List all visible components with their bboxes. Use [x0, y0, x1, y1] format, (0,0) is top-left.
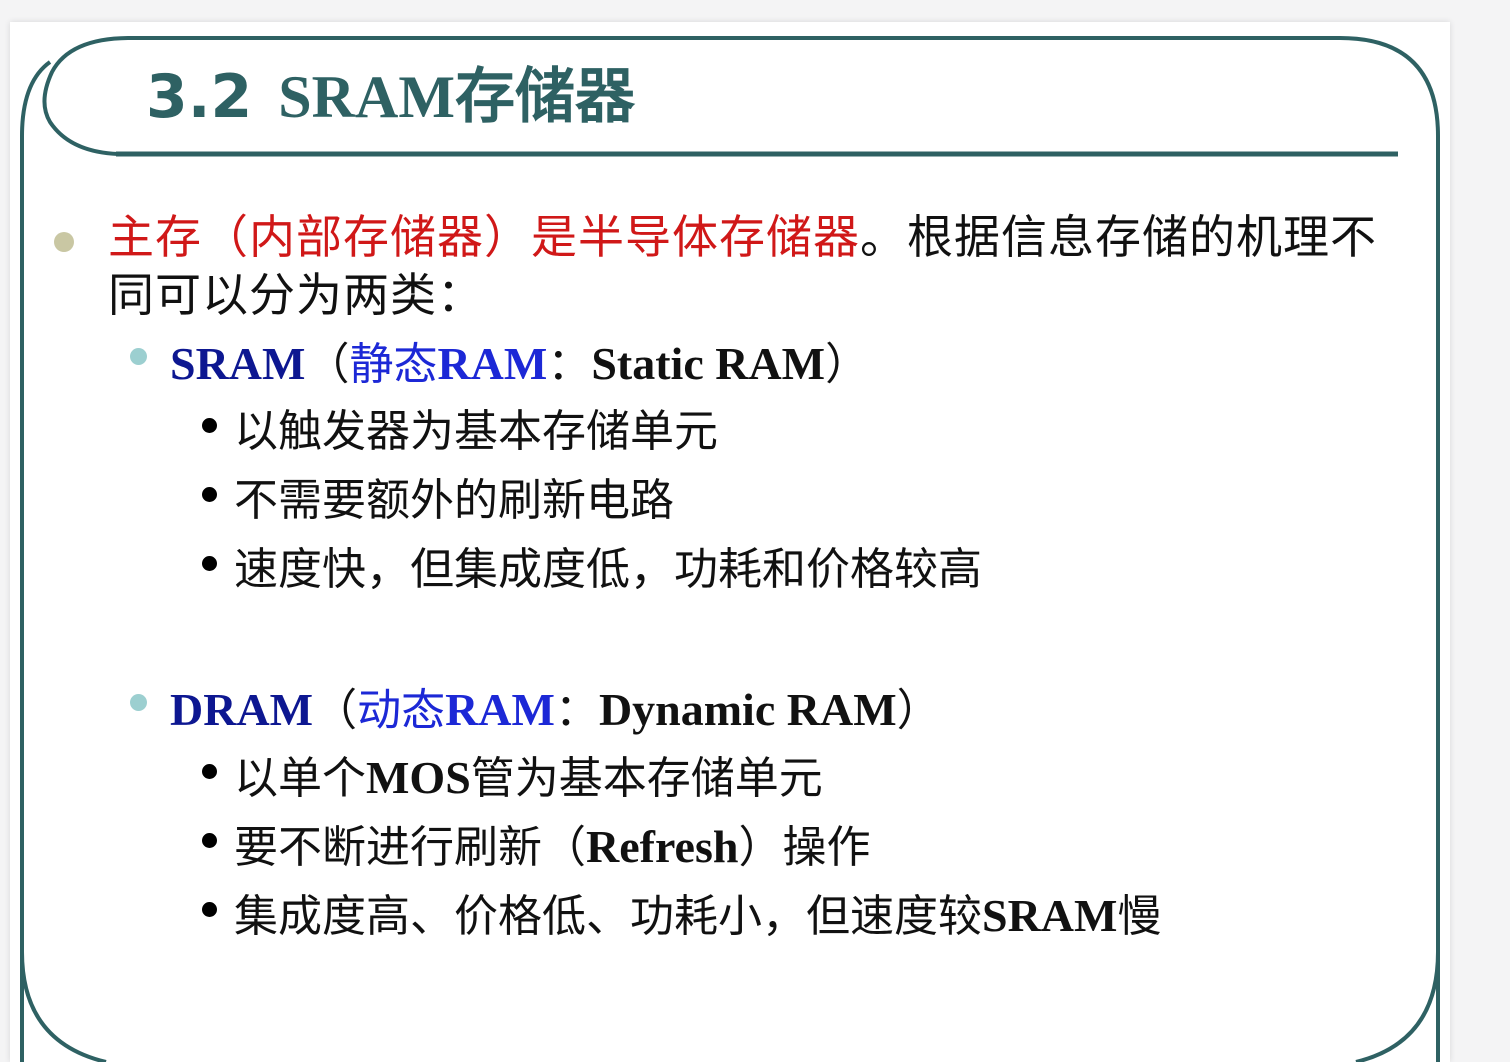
- sram-point-1: 以触发器为基本存储单元: [234, 406, 718, 457]
- sram-full: Static RAM: [591, 338, 826, 389]
- sram-heading: SRAM（静态RAM：Static RAM）: [170, 336, 869, 393]
- dram-point-1-en: MOS: [366, 752, 471, 803]
- dram-point-2-b: ）操作: [738, 822, 871, 873]
- dram-point-2-en: Refresh: [586, 821, 739, 872]
- bullet-dot-icon: [130, 694, 147, 711]
- sram-open: （: [305, 339, 350, 390]
- bullet-dot-icon: [202, 418, 217, 433]
- bullet-dot-icon: [202, 556, 217, 571]
- bullet-dot-icon: [202, 487, 217, 502]
- sram-point-2: 不需要额外的刷新电路: [234, 475, 674, 526]
- sram-ram: RAM: [437, 338, 548, 389]
- dram-full: Dynamic RAM: [598, 684, 897, 735]
- bullet-dot-icon: [54, 232, 74, 252]
- intro-paragraph: 主存（内部存储器）是半导体存储器。根据信息存储的机理不同可以分为两类：: [108, 208, 1418, 324]
- dram-colon: ：: [554, 685, 599, 736]
- intro-highlight: 主存（内部存储器）是半导体存储器: [108, 210, 860, 264]
- dram-point-1-b: 管为基本存储单元: [470, 753, 823, 804]
- slide-page: 3.2 SRAM存储器 主存（内部存储器）是半导体存储器。根据信息存储的机理不同可…: [10, 22, 1450, 1062]
- dram-point-2-a: 要不断进行刷新（: [234, 822, 586, 873]
- sram-close: ）: [825, 339, 870, 390]
- dram-point-3-b: 慢: [1117, 891, 1162, 942]
- dram-point-3-a: 集成度高、价格低、功耗小，但速度较: [234, 891, 982, 942]
- dram-cn: 动态: [357, 685, 446, 736]
- bullet-dot-icon: [202, 833, 217, 848]
- dram-ram: RAM: [445, 684, 555, 735]
- dram-open: （: [313, 685, 358, 736]
- dram-abbr: DRAM: [170, 684, 314, 735]
- bullet-dot-icon: [130, 348, 147, 365]
- dram-point-3-en: SRAM: [982, 890, 1118, 941]
- dram-heading: DRAM（动态RAM：Dynamic RAM）: [170, 682, 941, 739]
- slide-content: 主存（内部存储器）是半导体存储器。根据信息存储的机理不同可以分为两类： SRAM…: [10, 22, 1450, 1062]
- sram-point-3: 速度快，但集成度低，功耗和价格较高: [234, 544, 982, 595]
- dram-point-2: 要不断进行刷新（Refresh）操作: [234, 819, 870, 876]
- dram-point-1: 以单个MOS管为基本存储单元: [234, 750, 823, 807]
- dram-point-3: 集成度高、价格低、功耗小，但速度较SRAM慢: [234, 888, 1161, 945]
- sram-colon: ：: [547, 339, 592, 390]
- bullet-dot-icon: [202, 902, 217, 917]
- bullet-dot-icon: [202, 764, 217, 779]
- sram-cn: 静态: [349, 339, 438, 390]
- dram-point-1-a: 以单个: [234, 753, 366, 804]
- sram-abbr: SRAM: [170, 338, 306, 389]
- dram-close: ）: [896, 685, 941, 736]
